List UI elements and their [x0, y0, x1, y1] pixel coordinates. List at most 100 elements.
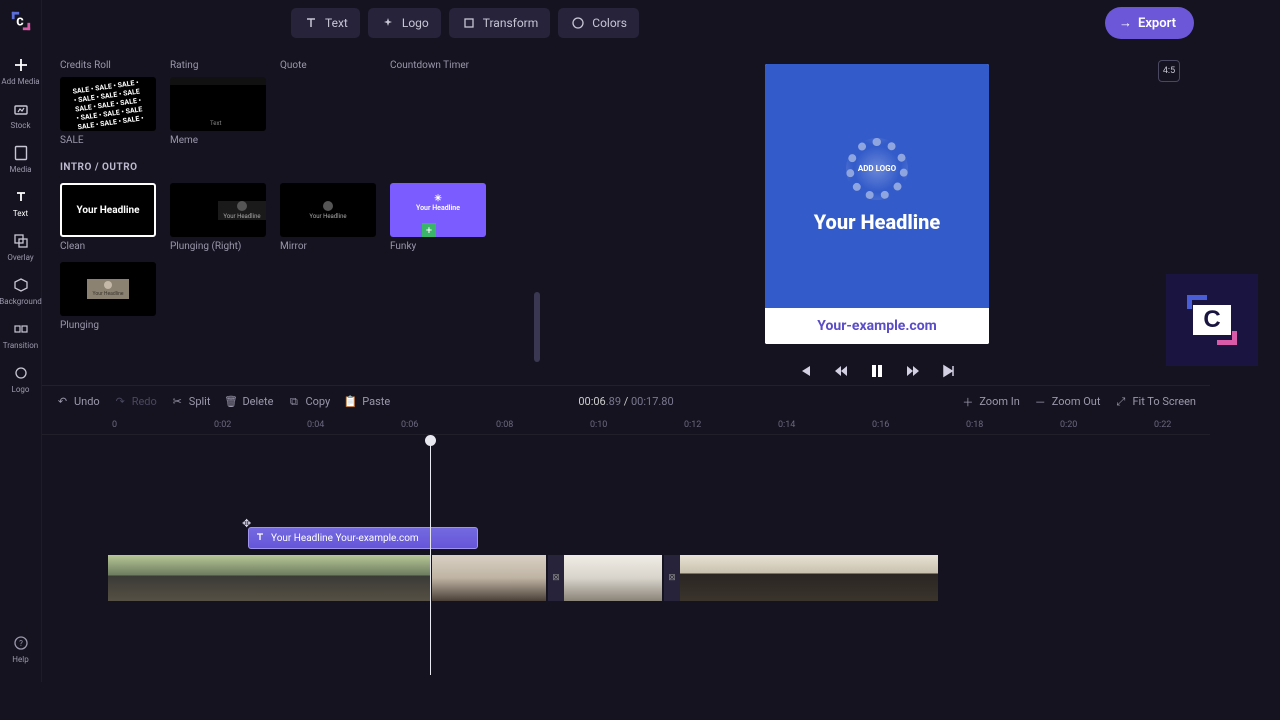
top-text-button[interactable]: Text [291, 8, 360, 38]
ruler-tick: 0:04 [307, 420, 324, 430]
ruler-tick: 0:06 [401, 420, 418, 430]
logo-placeholder[interactable]: ADD LOGO [846, 138, 908, 200]
redo-icon: ↷ [114, 395, 127, 408]
nav-stock[interactable]: Stock [1, 94, 41, 138]
overlay-icon [12, 232, 30, 250]
export-button[interactable]: →Export [1105, 7, 1194, 39]
svg-text:?: ? [19, 639, 23, 648]
preview-area: 4:5 ADD LOGO Your Headline Your-example.… [544, 46, 1210, 385]
transport-controls [796, 362, 958, 380]
top-toolbar: Text Logo Transform Colors →Export [42, 0, 1210, 46]
asset-sale[interactable]: SALE • SALE • SALE •• SALE • SALE • SALE… [60, 77, 156, 146]
asset-meme[interactable]: MemeText Meme [170, 77, 266, 146]
app-logo[interactable]: C [4, 4, 38, 38]
zoom-in-button[interactable]: ＋Zoom In [961, 395, 1019, 408]
minus-icon: － [1034, 395, 1047, 408]
delete-button[interactable]: 🗑Delete [224, 395, 273, 408]
nav-rail: C Add Media Stock Media Text Overlay Bac… [0, 0, 42, 682]
stock-icon [12, 100, 30, 118]
preview-canvas[interactable]: ADD LOGO Your Headline Your-example.com [765, 64, 989, 344]
zoom-out-button[interactable]: －Zoom Out [1034, 395, 1101, 408]
split-button[interactable]: ✂Split [171, 395, 211, 408]
copy-button[interactable]: ⧉Copy [287, 395, 330, 408]
video-clip-3[interactable] [564, 555, 664, 601]
aspect-ratio-badge[interactable]: 4:5 [1158, 60, 1180, 82]
top-logo-button[interactable]: Logo [368, 8, 441, 38]
asset-quote[interactable]: Quote [280, 56, 376, 71]
timeline[interactable]: 0 0:02 0:04 0:06 0:08 0:10 0:12 0:14 0:16 0:18 0:2… [42, 417, 1210, 682]
top-colors-button[interactable]: Colors [558, 8, 639, 38]
ruler-tick: 0:02 [214, 420, 231, 430]
text-icon [255, 532, 267, 544]
nav-background[interactable]: Background [1, 270, 41, 314]
ruler-tick: 0:14 [778, 420, 795, 430]
brand-badge: C [1166, 274, 1258, 366]
skip-end-button[interactable] [940, 362, 958, 380]
text-icon [12, 188, 30, 206]
split-icon: ✂ [171, 395, 184, 408]
timeline-tracks[interactable]: ✥ Your Headline Your-example.com ⊠ ⊠ [42, 435, 1210, 675]
section-intro-outro: INTRO / OUTRO [60, 162, 526, 173]
asset-panel: Credits Roll Rating Quote Countdown Time… [42, 46, 544, 385]
top-transform-button[interactable]: Transform [449, 8, 551, 38]
transition-badge[interactable]: ⊠ [548, 555, 564, 601]
ruler-tick: 0:12 [684, 420, 701, 430]
text-clip[interactable]: Your Headline Your-example.com [248, 527, 478, 549]
playhead[interactable] [430, 435, 431, 675]
time-display: 00:06.89 / 00:17.80 [578, 395, 673, 408]
skip-start-button[interactable] [796, 362, 814, 380]
ruler-tick: 0:10 [590, 420, 607, 430]
timeline-ruler[interactable]: 0 0:02 0:04 0:06 0:08 0:10 0:12 0:14 0:16 0:18 0:2… [42, 417, 1210, 435]
fit-to-screen-button[interactable]: ⤢Fit To Screen [1114, 395, 1196, 408]
nav-add-media[interactable]: Add Media [1, 50, 41, 94]
asset-rating[interactable]: Rating [170, 56, 266, 71]
asset-clean[interactable]: Your Headline Clean [60, 183, 156, 252]
asset-credits-roll[interactable]: Credits Roll [60, 56, 156, 71]
asset-funky[interactable]: ✳Your Headline+ Funky [390, 183, 486, 252]
undo-icon: ↶ [56, 395, 69, 408]
asset-scrollbar[interactable] [534, 62, 540, 385]
arrow-right-icon: → [1119, 15, 1132, 31]
pause-button[interactable] [868, 362, 886, 380]
sparkle-icon [380, 15, 396, 31]
ruler-tick: 0:20 [1060, 420, 1077, 430]
ruler-tick: 0:22 [1154, 420, 1171, 430]
video-clip-2[interactable] [432, 555, 548, 601]
media-icon [12, 144, 30, 162]
asset-countdown[interactable]: Countdown Timer [390, 56, 486, 71]
nav-overlay[interactable]: Overlay [1, 226, 41, 270]
asset-mirror[interactable]: Your Headline Mirror [280, 183, 376, 252]
nav-logo[interactable]: Logo [1, 358, 41, 402]
ruler-tick: 0:08 [496, 420, 513, 430]
rewind-button[interactable] [832, 362, 850, 380]
preview-url: Your-example.com [765, 318, 989, 334]
video-track[interactable]: ⊠ ⊠ [108, 555, 940, 601]
add-icon[interactable]: + [422, 223, 436, 237]
timeline-toolbar: ↶Undo ↷Redo ✂Split 🗑Delete ⧉Copy 📋Paste … [42, 385, 1210, 417]
ruler-tick: 0:18 [966, 420, 983, 430]
video-clip-4[interactable] [680, 555, 940, 601]
trash-icon: 🗑 [224, 395, 237, 408]
nav-help[interactable]: ?Help [1, 628, 41, 672]
text-icon [303, 15, 319, 31]
video-clip-1[interactable] [108, 555, 432, 601]
copy-icon: ⧉ [287, 395, 300, 408]
transition-icon [12, 320, 30, 338]
paste-button[interactable]: 📋Paste [344, 395, 390, 408]
asset-plunging-right[interactable]: Your Headline Plunging (Right) [170, 183, 266, 252]
asset-plunging[interactable]: Your Headline Plunging [60, 262, 156, 331]
nav-media[interactable]: Media [1, 138, 41, 182]
help-icon: ? [12, 634, 30, 652]
plus-icon: ＋ [961, 395, 974, 408]
ruler-tick: 0:16 [872, 420, 889, 430]
logo-nav-icon [12, 364, 30, 382]
redo-button[interactable]: ↷Redo [114, 395, 157, 408]
nav-text[interactable]: Text [1, 182, 41, 226]
ruler-tick: 0 [112, 420, 117, 430]
nav-transition[interactable]: Transition [1, 314, 41, 358]
transition-badge[interactable]: ⊠ [664, 555, 680, 601]
undo-button[interactable]: ↶Undo [56, 395, 100, 408]
paste-icon: 📋 [344, 395, 357, 408]
forward-button[interactable] [904, 362, 922, 380]
colors-icon [570, 15, 586, 31]
